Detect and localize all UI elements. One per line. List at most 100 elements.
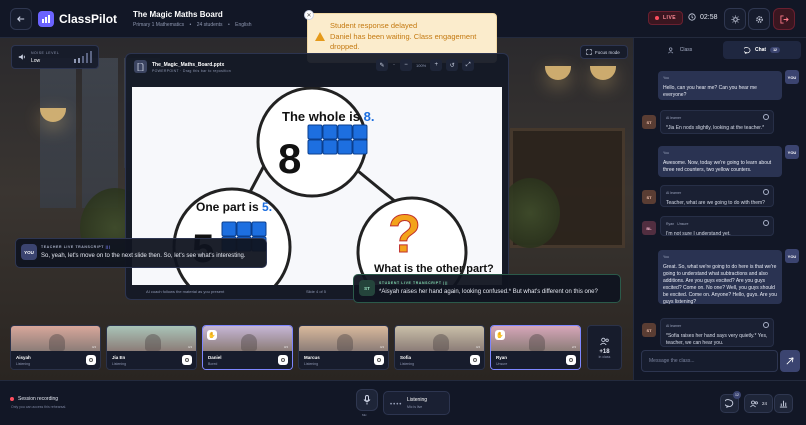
tab-class[interactable]: Class [641, 41, 719, 59]
settings-button[interactable] [748, 8, 770, 30]
file-icon [134, 60, 147, 73]
participant-video: ✋ 2/4 [491, 326, 580, 351]
participant-tile[interactable]: 4/4 Marcus Listening [298, 325, 389, 370]
zoom-out-icon: − [404, 62, 408, 68]
theme-toggle-button[interactable] [724, 8, 746, 30]
participant-action-button[interactable] [470, 355, 480, 365]
participant-tile[interactable]: 4/4 Jia En Listening [106, 325, 197, 370]
participant-silhouette [145, 334, 161, 351]
session-timer: 02:58 [688, 13, 718, 21]
react-icon [377, 358, 381, 362]
end-session-button[interactable] [773, 8, 795, 30]
logout-icon [779, 14, 789, 24]
pen-icon: ✎ [379, 62, 385, 69]
participant-action-button[interactable] [566, 355, 576, 365]
listening-indicator: •••• Listening Mic is live [383, 391, 450, 415]
noise-bar [82, 55, 84, 63]
learner-avatar: ST [642, 190, 656, 204]
tab-chat[interactable]: Chat 12 [723, 41, 801, 59]
close-icon: ✕ [306, 12, 312, 19]
blue-cube [352, 139, 368, 155]
participant-silhouette [433, 334, 449, 351]
reset-view-button[interactable]: ↺ [446, 59, 459, 71]
message-sender: AI learner [666, 116, 682, 120]
react-icon [89, 358, 93, 362]
expand-icon [586, 49, 592, 55]
student-avatar: ST [359, 280, 375, 296]
lesson-info: The Magic Maths Board Primary 1 Mathemat… [133, 10, 251, 28]
participant-action-button[interactable] [278, 355, 288, 365]
message-sender: You [663, 255, 669, 259]
noise-bar [86, 53, 88, 63]
logo-icon [38, 10, 54, 27]
teacher-transcript-text: So, yeah, let's move on to the next slid… [41, 253, 246, 259]
participant-tag: 4/4 [475, 345, 480, 349]
participant-action-button[interactable] [86, 355, 96, 365]
app-name: ClassPilot [59, 11, 118, 26]
ai-reply-icon[interactable] [763, 189, 769, 195]
message-sender: You [663, 76, 669, 80]
ai-reply-icon[interactable] [763, 220, 769, 226]
chat-bubble-icon [725, 399, 734, 408]
more-label: in class [598, 354, 611, 359]
noise-bar [90, 51, 92, 63]
toast-title: Student response delayed [330, 21, 418, 30]
teacher-avatar: YOU [21, 244, 37, 260]
zoom-in-button[interactable]: + [430, 59, 443, 71]
participant-action-button[interactable] [374, 355, 384, 365]
back-button[interactable] [10, 7, 32, 30]
participant-name: Jia En [112, 355, 126, 360]
participant-tile[interactable]: 4/4 Aisyah Listening [10, 325, 101, 370]
participant-video: ✋ 3/4 [203, 326, 292, 351]
noise-level-card: NOISE LEVEL Low [11, 45, 99, 69]
participant-silhouette [337, 334, 353, 351]
participant-tile[interactable]: ✋ 3/4 Daniel Bored [202, 325, 293, 370]
participant-tile[interactable]: ✋ 2/4 Ryan Unsure [490, 325, 581, 370]
ai-coach-note: AI coach follows the material as you pre… [146, 289, 225, 294]
message-sender: AI learner [666, 191, 682, 195]
audio-wave-icon: ||| [105, 245, 111, 249]
learner-avatar: BL [642, 221, 656, 235]
class-name: Primary 1 Mathematics [133, 21, 185, 28]
blue-cube [307, 124, 323, 140]
ai-reply-icon[interactable] [763, 322, 769, 328]
focus-mode-button[interactable]: Focus mode [580, 45, 628, 59]
participant-name: Daniel [208, 355, 222, 360]
blue-cube [322, 124, 338, 140]
analytics-button[interactable] [774, 394, 793, 413]
more-participants-button[interactable]: +18 in class [587, 325, 622, 370]
blue-cube [236, 221, 252, 237]
tab-chat-label: Chat [754, 47, 767, 53]
annotate-button[interactable]: ✎ [376, 59, 388, 71]
react-icon [473, 358, 477, 362]
raised-hand-icon: ✋ [495, 330, 505, 340]
toast-close-button[interactable]: ✕ [304, 10, 314, 20]
lesson-meta: Primary 1 Mathematics • 24 students • En… [133, 21, 252, 28]
participant-video: 4/4 [299, 326, 388, 351]
fullscreen-button[interactable]: ⤢ [462, 59, 475, 71]
fullscreen-icon: ⤢ [465, 61, 471, 68]
classroom-app: ClassPilot The Magic Maths Board Primary… [0, 0, 806, 425]
participant-tag: 4/4 [91, 345, 96, 349]
participant-status: Listening [112, 362, 127, 366]
presentation-toolbar: ✎ · − 100% + ↺ ⤢ [376, 59, 475, 71]
message-sender: AI learner [666, 324, 682, 328]
noise-value: Low [31, 57, 41, 64]
zoom-out-button[interactable]: − [400, 59, 412, 71]
message-text: Awesome. Now, today we're going to learn… [663, 160, 772, 173]
people-button[interactable]: 24 [744, 394, 774, 413]
ai-reply-icon[interactable] [763, 114, 769, 120]
tab-class-label: Class [679, 47, 693, 53]
whole-number: 8 [278, 135, 301, 182]
sun-icon [730, 14, 740, 24]
react-icon [185, 358, 189, 362]
recording-label: Session recording [18, 396, 59, 402]
chat-toggle-button[interactable]: 12 [720, 391, 741, 413]
participant-action-button[interactable] [182, 355, 192, 365]
send-button[interactable] [780, 350, 800, 372]
participant-tile[interactable]: 4/4 Sofia Listening [394, 325, 485, 370]
mic-button[interactable] [356, 389, 378, 411]
message-input[interactable]: Message the class... [641, 350, 778, 372]
teacher-transcript-card: YOU TEACHER LIVE TRANSCRIPT ||| So, yeah… [15, 238, 267, 268]
message-sender: Ryan Unsure [666, 222, 689, 226]
